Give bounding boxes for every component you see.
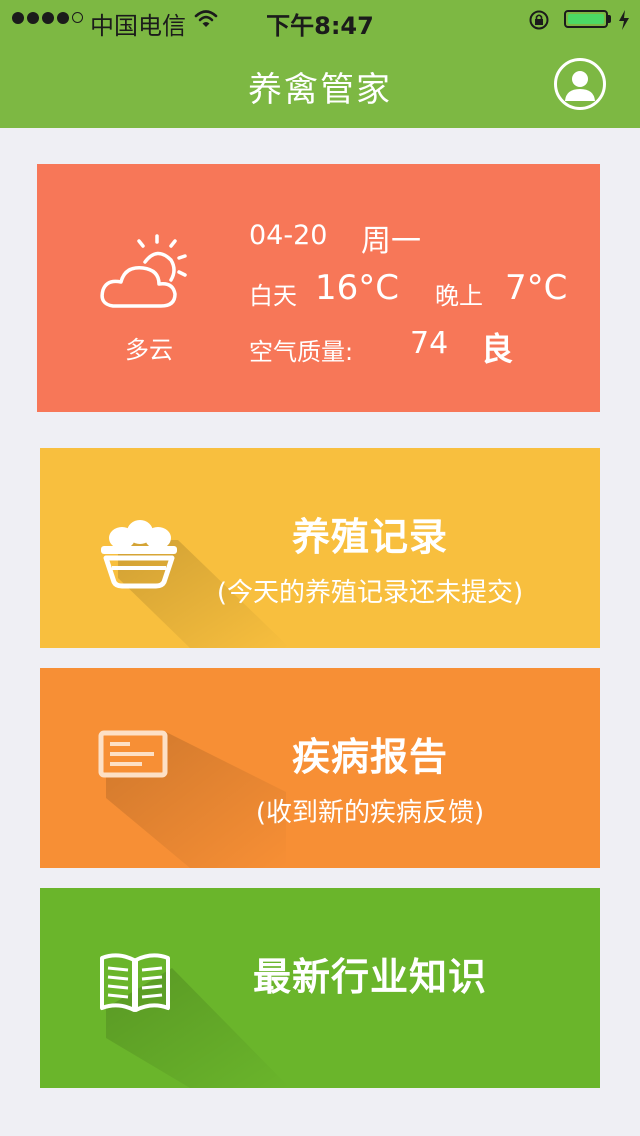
rotation-lock-icon — [528, 9, 550, 37]
app-header: 中国电信 下午8:47 养禽管家 — [0, 0, 640, 128]
user-profile-icon — [565, 71, 595, 101]
industry-knowledge-tile[interactable]: 最新行业知识 — [40, 888, 600, 1088]
battery-tip — [608, 15, 611, 23]
weather-date: 04-20 — [249, 220, 328, 251]
day-temp-value: 16°C — [315, 268, 400, 308]
breeding-record-tile[interactable]: 养殖记录 (今天的养殖记录还未提交) — [40, 448, 600, 648]
disease-report-tile[interactable]: 疾病报告 (收到新的疾病反馈) — [40, 668, 600, 868]
user-profile-button[interactable] — [554, 58, 606, 110]
night-temp-value: 7°C — [505, 268, 568, 308]
air-quality-value: 74 — [410, 326, 449, 361]
tile-title: 疾病报告 — [291, 735, 448, 779]
day-temp-label: 白天 — [249, 282, 297, 310]
open-book-icon — [98, 950, 172, 1018]
report-document-icon — [98, 730, 170, 784]
tile-title: 养殖记录 — [291, 515, 448, 559]
air-quality-level: 良 — [481, 330, 514, 368]
charging-icon — [618, 9, 630, 37]
weather-condition: 多云 — [125, 336, 173, 364]
tile-subtitle: (今天的养殖记录还未提交) — [216, 578, 524, 608]
partly-cloudy-icon — [99, 234, 199, 318]
air-quality-label: 空气质量: — [249, 338, 354, 366]
tile-subtitle: (收到新的疾病反馈) — [255, 798, 485, 828]
battery-icon — [564, 10, 608, 28]
page-title: 养禽管家 — [248, 70, 392, 110]
status-bar: 中国电信 下午8:47 — [0, 0, 640, 40]
tile-title: 最新行业知识 — [252, 955, 487, 999]
night-temp-label: 晚上 — [435, 282, 483, 310]
egg-basket-icon — [98, 510, 182, 594]
weather-card[interactable]: 多云 04-20 周一 白天 16°C 晚上 7°C 空气质量: 74 良 — [37, 164, 600, 412]
weather-weekday: 周一 — [361, 224, 421, 259]
